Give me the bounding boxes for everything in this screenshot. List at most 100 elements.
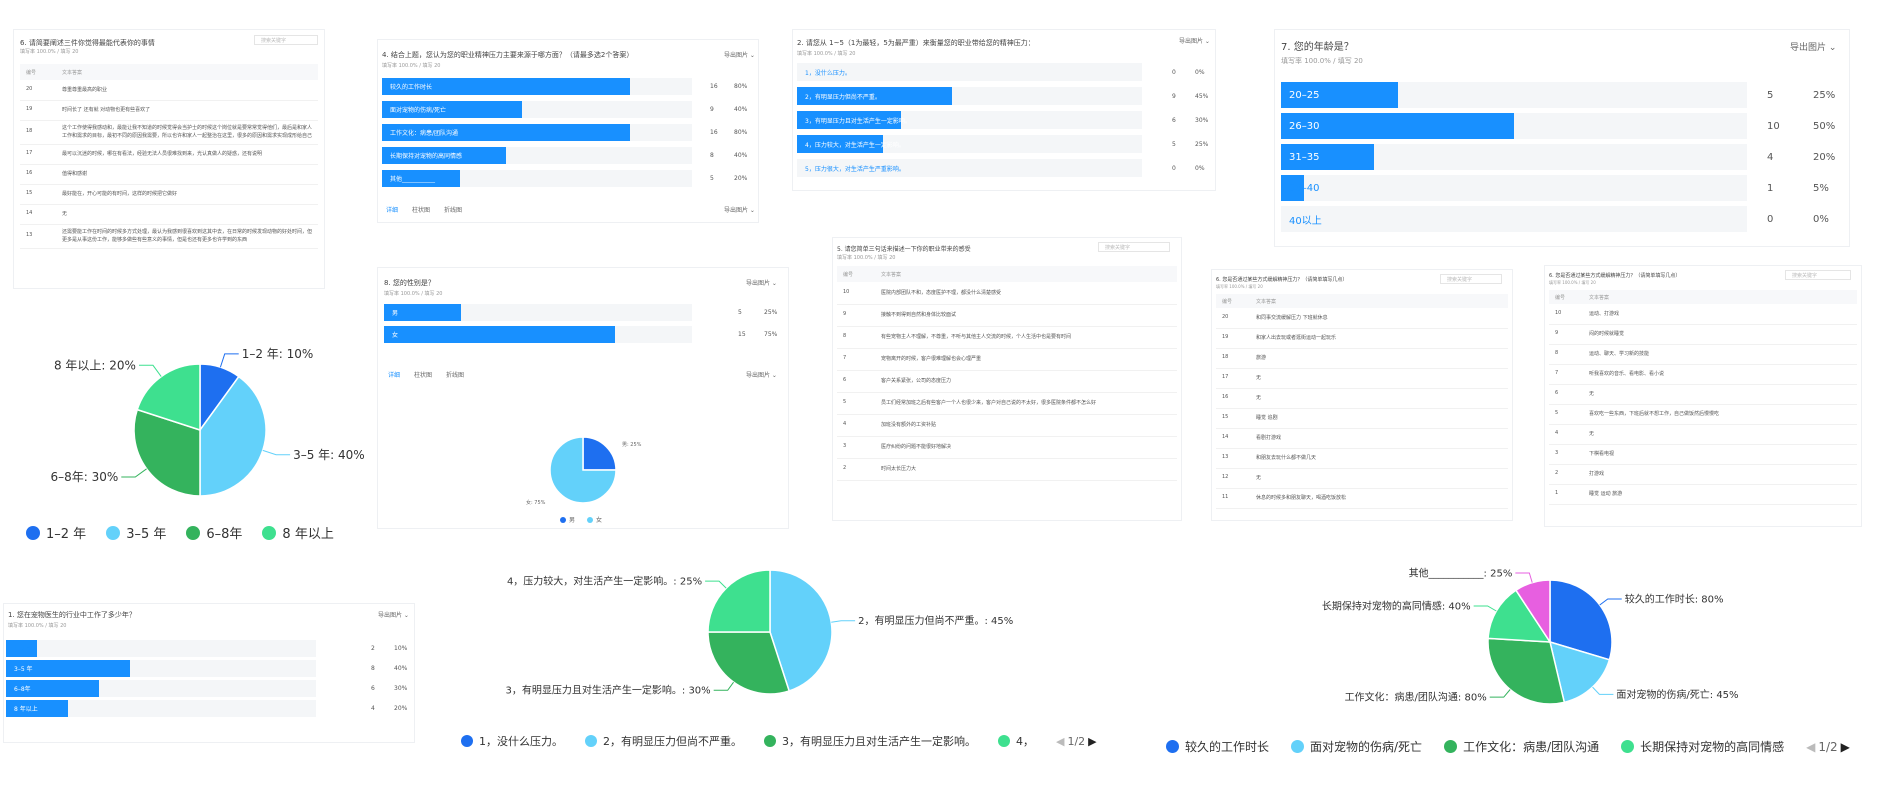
legend-item[interactable]: 6–8年 — [186, 523, 242, 542]
search-input[interactable]: 搜索关键字 — [254, 35, 318, 45]
bar-count: 6 — [1172, 116, 1176, 124]
legend-item[interactable]: 1–2 年 — [26, 523, 86, 542]
search-input[interactable]: 搜索关键字 — [1785, 270, 1851, 280]
bar-track — [1281, 206, 1747, 232]
export-image-button[interactable]: 导出图片 ⌄ — [746, 278, 777, 287]
export-image-button[interactable]: 导出图片 ⌄ — [1790, 40, 1836, 53]
pie-leader-line — [1473, 605, 1497, 612]
legend-page: 1/2 — [1818, 739, 1838, 754]
search-input[interactable]: 搜索关键字 — [1440, 274, 1502, 284]
legend-dot — [1166, 740, 1179, 753]
row-number: 6 — [843, 377, 847, 383]
bar-list: 1–2 年 2 10% 3–5 年 8 40% 6–8年 6 30% 8 年以上 4 20% — [6, 640, 410, 736]
row-text: 尊重尊重最高的职业 — [62, 87, 108, 93]
legend-dot — [1444, 740, 1458, 753]
legend-item[interactable]: 4， — [998, 733, 1034, 749]
table-row: 12 无 — [1216, 468, 1508, 489]
header-num: 编号 — [843, 272, 854, 278]
header-text: 文本答案 — [1589, 295, 1610, 301]
row-number: 16 — [26, 170, 33, 176]
tab-bar[interactable]: 柱状图 — [412, 205, 430, 214]
legend-item[interactable]: 3–5 年 — [106, 523, 166, 542]
pie-chart-stress: 2，有明显压力但尚不严重。: 45% 3，有明显压力且对生活产生一定影响。: 30… — [506, 570, 1013, 697]
row-number: 15 — [1222, 414, 1229, 420]
legend-item[interactable]: 3，有明显压力且对生活产生一定影响。 — [764, 733, 976, 749]
bar-label: 长期保持对宠物的高同情感 — [390, 153, 463, 160]
chevron-right-icon[interactable]: ▶ — [1088, 735, 1096, 748]
search-input[interactable]: 搜索关键字 — [1098, 242, 1170, 252]
table-row: 8 运动、聊天、学习新的技能 — [1549, 344, 1857, 365]
row-number: 9 — [843, 311, 847, 317]
legend-years: 1–2 年 3–5 年 6–8年 8 年以上 — [26, 523, 334, 542]
legend-item[interactable]: 1，没什么压力。 — [461, 733, 563, 749]
legend-label: 2，有明显压力但尚不严重。 — [603, 735, 742, 748]
bar-row: 5，压力很大，对生活产生严重影响。 0 0% — [797, 159, 1209, 177]
chevron-right-icon[interactable]: ▶ — [1841, 740, 1850, 754]
row-number: 14 — [1222, 434, 1229, 440]
bar-row: 其他___________ 5 20% — [382, 170, 752, 187]
legend-dot — [461, 735, 473, 747]
chevron-left-icon[interactable]: ◀ — [1806, 740, 1815, 754]
row-number: 20 — [26, 86, 33, 92]
answers-table: 编号 文本答案 20 和同事交流缓解压力 下班就休息 19 和家人出去玩或者逛街运动一起玩… — [1216, 294, 1508, 518]
legend-label: 3–5 年 — [126, 527, 167, 542]
legend-item[interactable]: 长期保持对宠物的高同情感 — [1621, 738, 1784, 755]
legend-page: 1/2 — [1067, 734, 1086, 748]
bar-percent: 0% — [1813, 213, 1829, 225]
bar-label: 20–25 — [1289, 89, 1320, 101]
question-meta: 填写率 100.0% / 填写 20 — [797, 51, 856, 57]
chevron-left-icon[interactable]: ◀ — [1056, 735, 1064, 748]
bar-row: 6–8年 6 30% — [6, 680, 410, 697]
legend-pager[interactable]: ◀ 1/2 ▶ — [1056, 735, 1097, 748]
card-q6c-text-answers: 6. 您是否通过某些方式缓解精神压力？（请简单填写几点） 填写率 100.0% … — [1545, 266, 1861, 526]
table-row: 9 接触不到得到自然和身体比较面试 — [837, 304, 1177, 327]
tab-detail[interactable]: 详细 — [386, 205, 398, 214]
tab-line[interactable]: 折线图 — [444, 205, 462, 214]
legend-item[interactable]: 2，有明显压力但尚不严重。 — [585, 733, 742, 749]
table-row: 8 有些宠物主人不理解，不尊重，不听与其他主人交流的时候，个人生活中也是要有时间 — [837, 326, 1177, 349]
bar-row: 40以上 0 0% — [1281, 206, 1843, 232]
export-image-button[interactable]: 导出图片 ⌄ — [724, 50, 755, 59]
row-number: 1 — [1555, 490, 1559, 496]
table-row: 18 这个工作使得我感动和，最能让我不知道的时候觉得会当护士的时候这个岗位就是要常… — [20, 120, 318, 145]
row-number: 6 — [1555, 390, 1559, 396]
legend-item[interactable]: 工作文化：病患/团队沟通 — [1444, 738, 1599, 755]
row-number: 12 — [1222, 474, 1229, 480]
row-text: 无 — [1589, 391, 1595, 397]
row-number: 14 — [26, 210, 33, 216]
bar-count: 9 — [1172, 92, 1176, 100]
row-text: 还需要能工作在时间的时候多方式处理，最认为我感到很喜欢到这其中去，在日常的时候发… — [62, 229, 313, 243]
bar-count: 9 — [710, 106, 714, 113]
table-row: 15 最好能在，开心可能的有时间，这样的时候把它做好 — [20, 184, 318, 205]
bar-percent: 40% — [394, 665, 408, 672]
export-image-button[interactable]: 导出图片 ⌄ — [724, 205, 755, 214]
table-row: 13 和朋友去玩什么都不做几天 — [1216, 448, 1508, 469]
row-number: 5 — [843, 399, 847, 405]
bar-count: 1 — [1767, 182, 1774, 194]
row-text: 医院内部团队不和，态度医护不理，都没什么清楚感受 — [881, 290, 1002, 296]
row-text: 和家人出去玩或者逛街运动一起玩乐 — [1256, 335, 1337, 341]
pie-leader-line — [262, 449, 291, 456]
row-number: 4 — [1555, 430, 1559, 436]
legend-item[interactable]: 8 年以上 — [262, 523, 334, 542]
row-number: 2 — [1555, 470, 1559, 476]
chart-tabs[interactable]: 详细 柱状图 折线图 — [386, 205, 462, 214]
legend-sources: 较久的工作时长 面对宠物的伤病/死亡 工作文化：病患/团队沟通 长期保持对宠物的高同情… — [1166, 738, 1850, 755]
export-image-button[interactable]: 导出图片 ⌄ — [378, 610, 409, 619]
export-image-button[interactable]: 导出图片 ⌄ — [1179, 36, 1210, 45]
row-number: 8 — [843, 333, 847, 339]
bar-list: 较久的工作时长 16 80% 面对宠物的伤病/死亡 9 40% 工作文化：病患/团队沟通 16… — [382, 78, 752, 198]
pie-leader-line — [1592, 686, 1614, 695]
table-row: 13 还需要能工作在时间的时候多方式处理，最认为我感到很喜欢到这其中去，在日常的时… — [20, 224, 318, 249]
bar-label: 1–2 年 — [14, 646, 33, 653]
card-q6-text-answers: 6. 请简要阐述三件你觉得最能代表你的事情 填写率 100.0% / 填写 20… — [14, 30, 324, 288]
legend-item[interactable]: 面对宠物的伤病/死亡 — [1291, 738, 1422, 755]
bar-label: 2，有明显压力但尚不严重。 — [805, 93, 881, 101]
legend-pager[interactable]: ◀ 1/2 ▶ — [1806, 740, 1850, 754]
card-q4-bars: 4. 结合上题，您认为您的职业精神压力主要来源于哪方面？（请最多选2个答案） 填… — [378, 40, 758, 222]
bar-count: 8 — [371, 665, 375, 672]
legend-item[interactable]: 较久的工作时长 — [1166, 738, 1269, 755]
pie-chart-pressure-sources: 较久的工作时长: 80% 面对宠物的伤病/死亡: 45% 工作文化：病患/团队沟通:… — [1322, 567, 1739, 705]
pie-leader-line — [831, 620, 856, 623]
bar-row: 3–5 年 8 40% — [6, 660, 410, 677]
